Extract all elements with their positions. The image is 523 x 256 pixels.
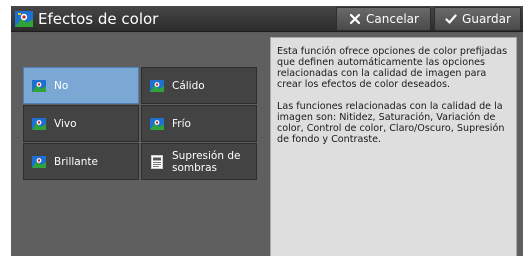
option-brillante[interactable]: Brillante bbox=[23, 143, 139, 180]
option-label: No bbox=[54, 79, 69, 92]
option-calido[interactable]: Cálido bbox=[141, 67, 257, 104]
color-effect-icon bbox=[32, 79, 46, 93]
cancel-button[interactable]: Cancelar bbox=[336, 7, 431, 31]
option-frio[interactable]: Frío bbox=[141, 105, 257, 142]
color-effects-icon bbox=[15, 10, 33, 28]
color-effect-icon bbox=[150, 117, 164, 131]
color-effect-icon bbox=[32, 117, 46, 131]
save-button[interactable]: Guardar bbox=[434, 7, 521, 31]
option-label: Brillante bbox=[54, 155, 98, 168]
window-title: Efectos de color bbox=[38, 10, 159, 28]
option-label: Cálido bbox=[172, 79, 205, 92]
option-vivo[interactable]: Vivo bbox=[23, 105, 139, 142]
description-paragraph: Las funciones relacionadas con la calida… bbox=[277, 101, 505, 145]
close-icon bbox=[348, 13, 361, 26]
color-effect-icon bbox=[32, 155, 46, 169]
color-effect-icon bbox=[150, 79, 164, 93]
option-label: Supresión de sombras bbox=[172, 149, 241, 174]
color-effects-dialog: Efectos de color Cancelar Guardar No Cál… bbox=[11, 6, 523, 256]
document-page-icon bbox=[150, 154, 164, 169]
description-paragraph: Esta función ofrece opciones de color pr… bbox=[277, 46, 508, 90]
content-panel: No Cálido Vivo Frío Brillante Supresión … bbox=[11, 33, 523, 256]
title-bar: Efectos de color Cancelar Guardar bbox=[11, 6, 523, 32]
save-button-label: Guardar bbox=[462, 12, 511, 26]
option-no[interactable]: No bbox=[23, 67, 139, 104]
color-effect-options: No Cálido Vivo Frío Brillante Supresión … bbox=[23, 67, 257, 181]
checkmark-icon bbox=[444, 13, 457, 26]
option-label: Vivo bbox=[54, 117, 77, 130]
cancel-button-label: Cancelar bbox=[366, 12, 419, 26]
option-supresion-de-sombras[interactable]: Supresión de sombras bbox=[141, 143, 257, 180]
option-label: Frío bbox=[172, 117, 191, 130]
description-box: Esta función ofrece opciones de color pr… bbox=[270, 37, 517, 256]
